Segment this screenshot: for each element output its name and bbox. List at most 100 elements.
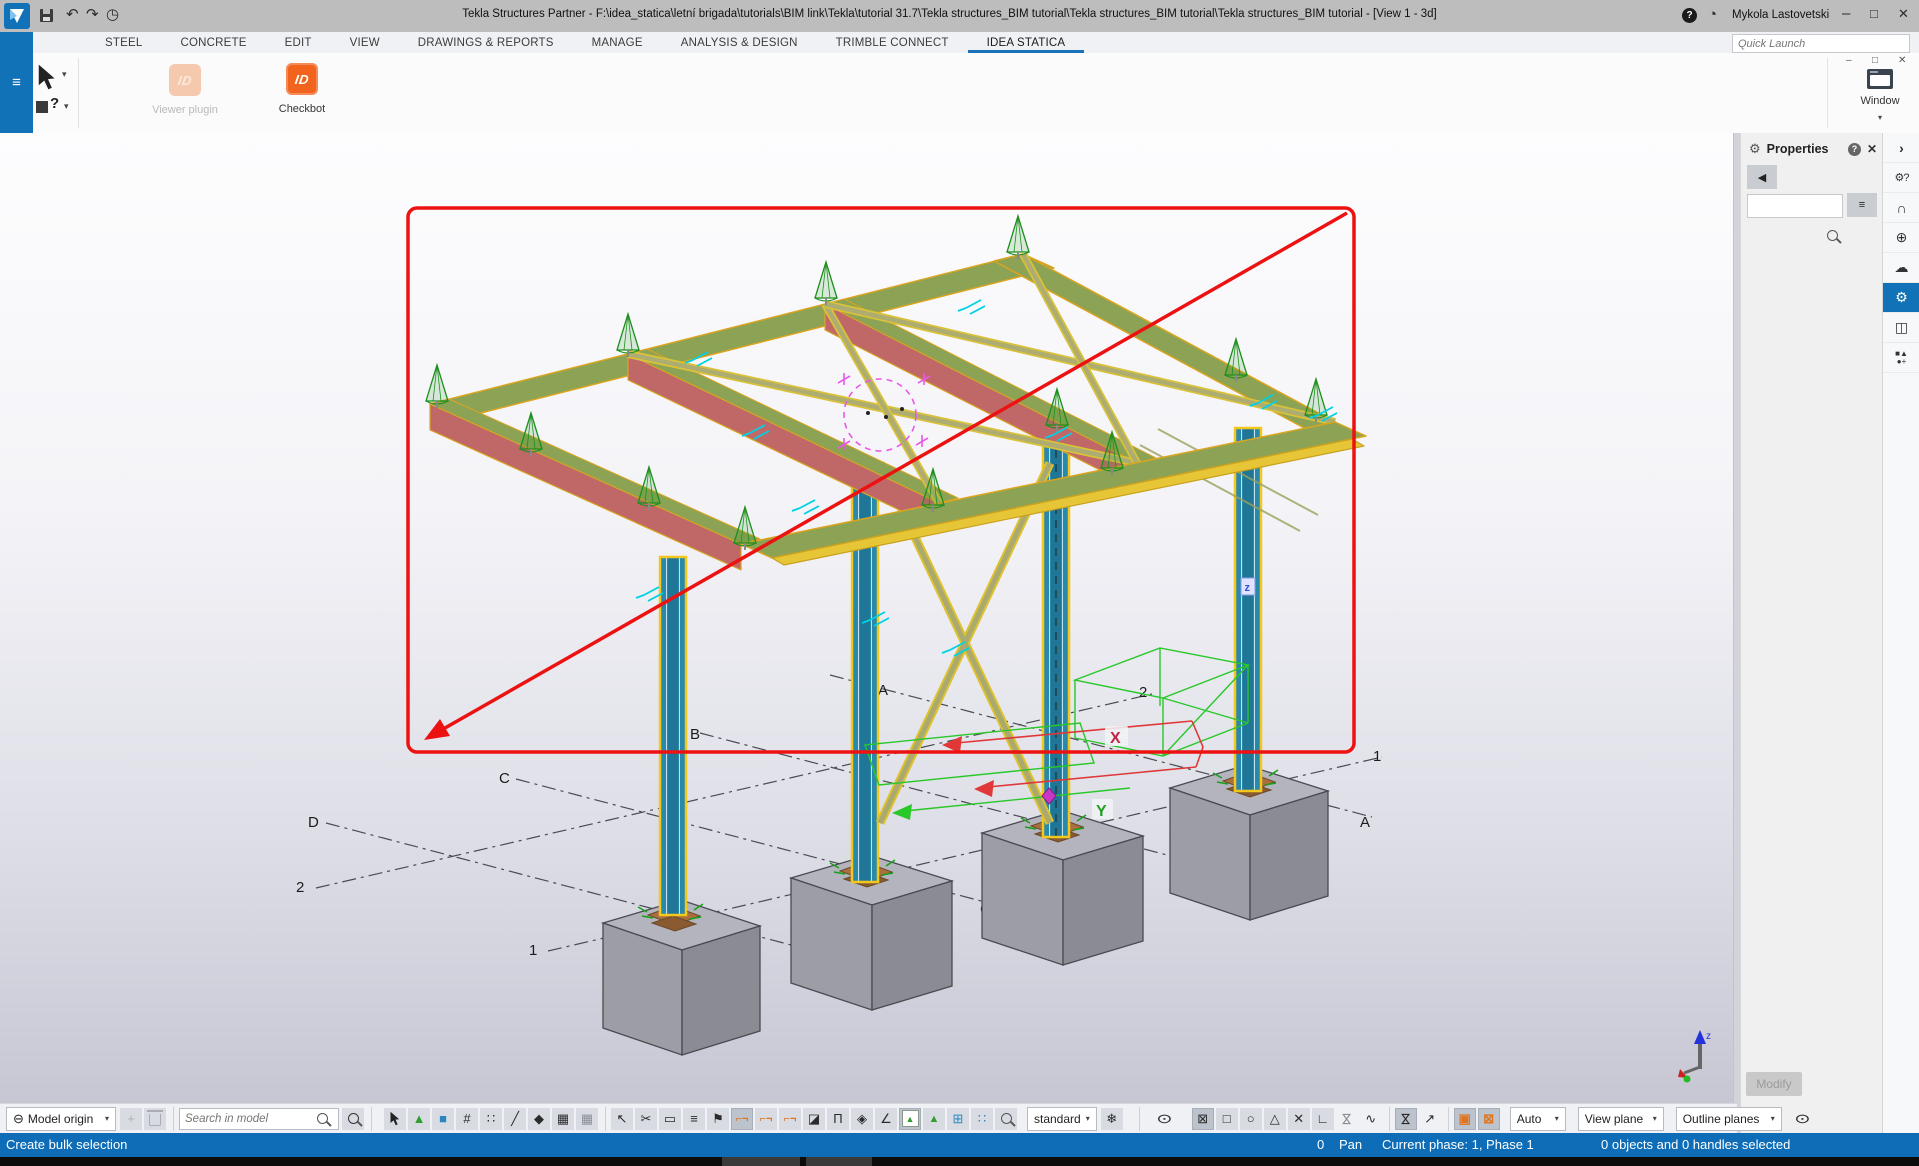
- tab-trimble-connect[interactable]: TRIMBLE CONNECT: [817, 32, 968, 53]
- inquire-caret-icon[interactable]: ▾: [64, 101, 69, 112]
- standard-dropdown[interactable]: standard ▾: [1027, 1107, 1097, 1131]
- snap-intersection-button[interactable]: ✕: [1288, 1108, 1310, 1130]
- component-select-2-button[interactable]: ⌐¬: [755, 1108, 777, 1130]
- properties-help-icon[interactable]: ?: [1848, 143, 1861, 156]
- pane-tab-properties[interactable]: ⚙: [1883, 283, 1919, 313]
- grid-view-light-button[interactable]: ▦: [576, 1108, 598, 1130]
- snap-perpendicular-button[interactable]: ∟: [1312, 1108, 1334, 1130]
- pane-tab-components[interactable]: ◫: [1883, 313, 1919, 343]
- concrete-footings[interactable]: [603, 765, 1328, 1055]
- plane-visibility-button[interactable]: ⊙: [1792, 1108, 1814, 1130]
- undo-icon[interactable]: ↶: [66, 7, 79, 22]
- add-point-button[interactable]: +: [120, 1108, 142, 1130]
- help-icon[interactable]: ?: [1682, 8, 1697, 23]
- snap-reference-line-button[interactable]: ▣: [1454, 1108, 1476, 1130]
- select-lines-button[interactable]: ╱: [504, 1108, 526, 1130]
- outline-planes-dropdown[interactable]: Outline planes ▾: [1676, 1107, 1782, 1131]
- tab-drawings-reports[interactable]: DRAWINGS & REPORTS: [399, 32, 573, 53]
- file-menu-strip[interactable]: ≡: [0, 32, 33, 133]
- flag-button[interactable]: ⚑: [707, 1108, 729, 1130]
- grid-blue-2-button[interactable]: ∷: [971, 1108, 993, 1130]
- component-select-1-button[interactable]: ⌐¬: [731, 1108, 753, 1130]
- component-select-3-button[interactable]: ⌐¬: [779, 1108, 801, 1130]
- modify-button[interactable]: Modify: [1746, 1072, 1802, 1096]
- tab-analysis-design[interactable]: ANALYSIS & DESIGN: [662, 32, 817, 53]
- select-cursor-button[interactable]: [384, 1108, 406, 1130]
- delete-point-button[interactable]: [144, 1108, 166, 1130]
- redo-icon[interactable]: ↷: [86, 7, 99, 22]
- zoom-tool-button[interactable]: [995, 1108, 1017, 1130]
- fill-polygon-button[interactable]: ◪: [803, 1108, 825, 1130]
- snap-center-point-button[interactable]: ○: [1240, 1108, 1262, 1130]
- smart-select-button[interactable]: ↖: [611, 1108, 633, 1130]
- snap-free-button[interactable]: ⊠: [1192, 1108, 1214, 1130]
- layers-button[interactable]: ◈: [851, 1108, 873, 1130]
- checkbot-button[interactable]: ID Checkbot: [262, 63, 342, 115]
- select-solids-button[interactable]: ◆: [528, 1108, 550, 1130]
- select-components-button[interactable]: ▲: [408, 1108, 430, 1130]
- snap-nearest-button[interactable]: ∿: [1360, 1108, 1382, 1130]
- window-button[interactable]: Window ▾: [1850, 69, 1910, 125]
- search-in-model-input[interactable]: [179, 1108, 339, 1130]
- properties-search-input[interactable]: [1747, 194, 1843, 218]
- pane-tab-shapes[interactable]: ■▲ ●+: [1883, 343, 1919, 373]
- pane-tab-learning[interactable]: ∩: [1883, 193, 1919, 223]
- measure-angle-button[interactable]: ∠: [875, 1108, 897, 1130]
- quick-launch-input[interactable]: [1732, 34, 1910, 53]
- status-phase[interactable]: Current phase: 1, Phase 1: [1382, 1137, 1534, 1152]
- visibility-button[interactable]: ⊙: [1154, 1108, 1176, 1130]
- tab-idea-statica[interactable]: IDEA STATICA: [968, 32, 1085, 53]
- stopwatch-icon[interactable]: ◔: [1708, 7, 1717, 22]
- maximize-button[interactable]: □: [1870, 7, 1878, 20]
- roof-frame[interactable]: [430, 254, 1366, 570]
- tab-steel[interactable]: STEEL: [86, 32, 161, 53]
- snap-geometry-line-button[interactable]: ⊠: [1478, 1108, 1500, 1130]
- model-viewport[interactable]: C D 2 1 B A 2 1 A B C D: [0, 133, 1733, 1103]
- user-name[interactable]: Mykola Lastovetski: [1732, 9, 1829, 21]
- grid-blue-1-button[interactable]: ⊞: [947, 1108, 969, 1130]
- properties-close-icon[interactable]: ✕: [1867, 142, 1877, 156]
- pane-tab-online[interactable]: ⊕: [1883, 223, 1919, 253]
- minimize-button[interactable]: –: [1842, 6, 1850, 21]
- properties-menu-button[interactable]: ≡: [1847, 193, 1877, 217]
- expand-pane-button[interactable]: ›: [1883, 133, 1919, 163]
- snap-settings-button[interactable]: ❄: [1101, 1108, 1123, 1130]
- snap-direction-button[interactable]: ↗: [1419, 1108, 1441, 1130]
- snap-midpoint-button[interactable]: △: [1264, 1108, 1286, 1130]
- render-points-button[interactable]: ▲: [923, 1108, 945, 1130]
- view-plane-dropdown[interactable]: View plane ▾: [1578, 1107, 1664, 1131]
- history-icon[interactable]: ◷: [106, 7, 119, 22]
- align-button[interactable]: ≡: [683, 1108, 705, 1130]
- trim-button[interactable]: ✂: [635, 1108, 657, 1130]
- fit-window-button[interactable]: ▭: [659, 1108, 681, 1130]
- tab-edit[interactable]: EDIT: [266, 32, 331, 53]
- cursor-caret-icon[interactable]: ▾: [62, 69, 67, 80]
- properties-back-button[interactable]: ◀: [1747, 165, 1777, 189]
- snap-endpoint-button[interactable]: □: [1216, 1108, 1238, 1130]
- save-icon[interactable]: [40, 9, 53, 22]
- select-grids-button[interactable]: #: [456, 1108, 478, 1130]
- render-view-button[interactable]: ▲: [899, 1108, 921, 1130]
- select-search-button[interactable]: [342, 1108, 364, 1130]
- close-button[interactable]: ✕: [1898, 7, 1909, 20]
- tab-view[interactable]: VIEW: [331, 32, 399, 53]
- tab-manage[interactable]: MANAGE: [573, 32, 662, 53]
- select-cursor-icon[interactable]: [36, 63, 58, 91]
- pane-tab-cloud[interactable]: ☁: [1883, 253, 1919, 283]
- inquire-icon[interactable]: [36, 101, 48, 113]
- tab-concrete[interactable]: CONCRETE: [161, 32, 265, 53]
- model-origin-dropdown[interactable]: ⊖ Model origin ▾: [6, 1107, 116, 1131]
- view-minimize-icon[interactable]: –: [1846, 55, 1852, 66]
- grid-view-dark-button[interactable]: ▦: [552, 1108, 574, 1130]
- viewer-plugin-button[interactable]: ID Viewer plugin: [145, 64, 225, 116]
- model-canvas[interactable]: C D 2 1 B A 2 1 A B C D: [0, 133, 1733, 1103]
- snap-any-position-button[interactable]: ⋈: [1395, 1108, 1417, 1130]
- view-close-icon[interactable]: ✕: [1898, 55, 1906, 66]
- snap-extension-button[interactable]: ⋈: [1336, 1108, 1358, 1130]
- view-restore-icon[interactable]: □: [1872, 55, 1878, 66]
- select-surfaces-button[interactable]: ■: [432, 1108, 454, 1130]
- profile-button[interactable]: Π: [827, 1108, 849, 1130]
- pane-tab-support[interactable]: ⚙?: [1883, 163, 1919, 193]
- select-points-button[interactable]: ∷: [480, 1108, 502, 1130]
- auto-dropdown[interactable]: Auto ▾: [1510, 1107, 1566, 1131]
